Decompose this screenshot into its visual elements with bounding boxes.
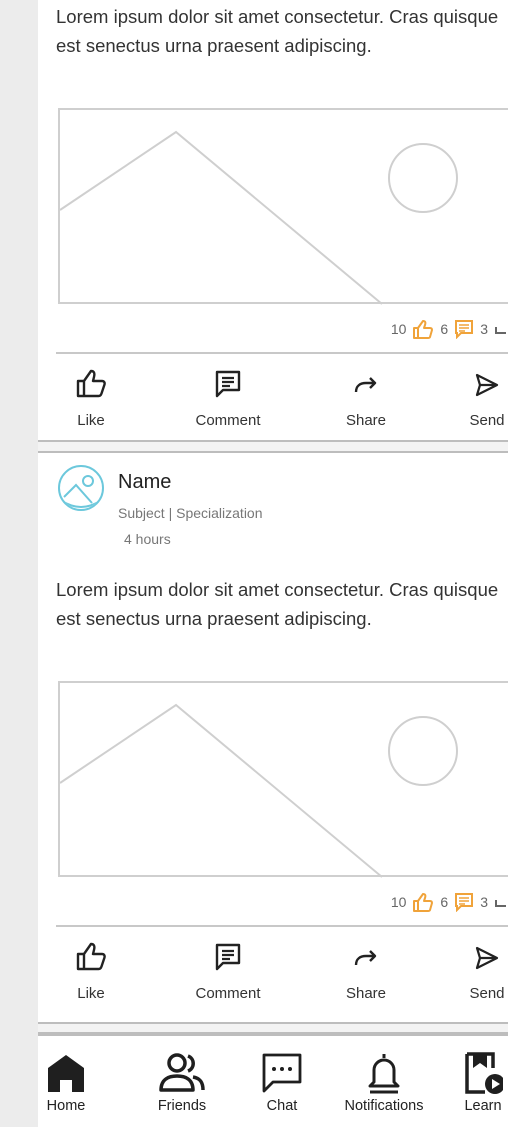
nav-learn[interactable]: Learn <box>456 1036 508 1127</box>
like-button[interactable]: Like <box>38 937 146 1017</box>
share-label: Share <box>345 985 387 1002</box>
share-arrow-icon <box>495 900 506 907</box>
post-separator <box>38 1022 508 1034</box>
share-arrow-icon <box>354 377 377 393</box>
nav-chat[interactable]: Chat <box>256 1036 308 1127</box>
post-separator <box>38 440 508 453</box>
post-actions: Like Comment Share Send <box>56 937 508 1017</box>
comment-count: 6 <box>440 894 449 910</box>
post-image-placeholder[interactable] <box>58 681 508 878</box>
like-label: Like <box>77 412 105 429</box>
post-author[interactable]: Name Subject | Specialization 4 hours <box>56 453 496 553</box>
nav-chat-label: Chat <box>266 1098 298 1114</box>
share-count: 3 <box>480 321 488 337</box>
comment-icon <box>215 943 241 971</box>
comment-icon <box>455 893 474 912</box>
friends-icon <box>159 1053 205 1092</box>
share-count: 3 <box>480 894 488 910</box>
send-icon <box>475 946 499 970</box>
nav-home[interactable]: Home <box>38 1036 94 1127</box>
share-button[interactable]: Share <box>311 937 421 1017</box>
post-card: Lorem ipsum dolor sit amet consectetur. … <box>38 0 508 440</box>
author-subject: Subject | Specialization <box>118 505 263 521</box>
thumbs-up-icon <box>413 320 434 339</box>
nav-friends[interactable]: Friends <box>146 1036 218 1127</box>
nav-learn-label: Learn <box>464 1098 502 1114</box>
send-button[interactable]: Send <box>432 364 508 444</box>
like-label: Like <box>77 985 105 1002</box>
share-arrow-icon <box>495 327 506 334</box>
comment-icon <box>455 320 474 339</box>
nav-home-label: Home <box>46 1098 86 1114</box>
post-text: Lorem ipsum dolor sit amet consectetur. … <box>56 6 499 56</box>
home-icon <box>48 1055 84 1092</box>
post-card: Name Subject | Specialization 4 hours Lo… <box>38 453 508 1023</box>
author-name: Name <box>118 471 172 493</box>
share-button[interactable]: Share <box>311 364 421 444</box>
post-text: Lorem ipsum dolor sit amet consectetur. … <box>56 579 499 629</box>
feed-screen: Lorem ipsum dolor sit amet consectetur. … <box>38 0 508 1127</box>
chat-icon <box>262 1053 302 1093</box>
thumbs-up-icon <box>76 369 106 398</box>
nav-friends-label: Friends <box>157 1098 207 1114</box>
comment-icon <box>215 370 241 398</box>
send-label: Send <box>469 985 505 1002</box>
send-button[interactable]: Send <box>432 937 508 1017</box>
post-stats: 10 6 3 <box>391 318 508 340</box>
avatar[interactable] <box>58 465 104 511</box>
image-placeholder-icon <box>60 130 458 305</box>
comment-label: Comment <box>195 985 261 1002</box>
post-time: 4 hours <box>124 531 171 547</box>
share-arrow-icon <box>354 950 377 966</box>
send-label: Send <box>469 412 505 429</box>
divider <box>56 925 508 927</box>
bell-icon <box>368 1054 400 1094</box>
share-label: Share <box>345 412 387 429</box>
like-count: 10 <box>390 321 407 337</box>
nav-notifications-label: Notifications <box>344 1098 424 1114</box>
post-stats: 10 6 3 <box>391 891 508 913</box>
nav-notifications[interactable]: Notifications <box>329 1036 439 1127</box>
like-count: 10 <box>390 894 407 910</box>
image-placeholder-icon <box>60 703 458 878</box>
post-actions: Like Comment Share Send <box>56 364 508 444</box>
learn-icon <box>465 1052 503 1094</box>
thumbs-up-icon <box>413 893 434 912</box>
divider <box>56 352 508 354</box>
bottom-navigation: Home Friends Chat Notifications Learn <box>38 1034 508 1127</box>
comment-count: 6 <box>440 321 449 337</box>
image-placeholder-icon <box>61 475 101 508</box>
comment-button[interactable]: Comment <box>173 937 283 1017</box>
thumbs-up-icon <box>76 942 106 971</box>
send-icon <box>475 373 499 397</box>
like-button[interactable]: Like <box>38 364 146 444</box>
comment-button[interactable]: Comment <box>173 364 283 444</box>
post-image-placeholder[interactable] <box>58 108 508 305</box>
comment-label: Comment <box>195 412 261 429</box>
